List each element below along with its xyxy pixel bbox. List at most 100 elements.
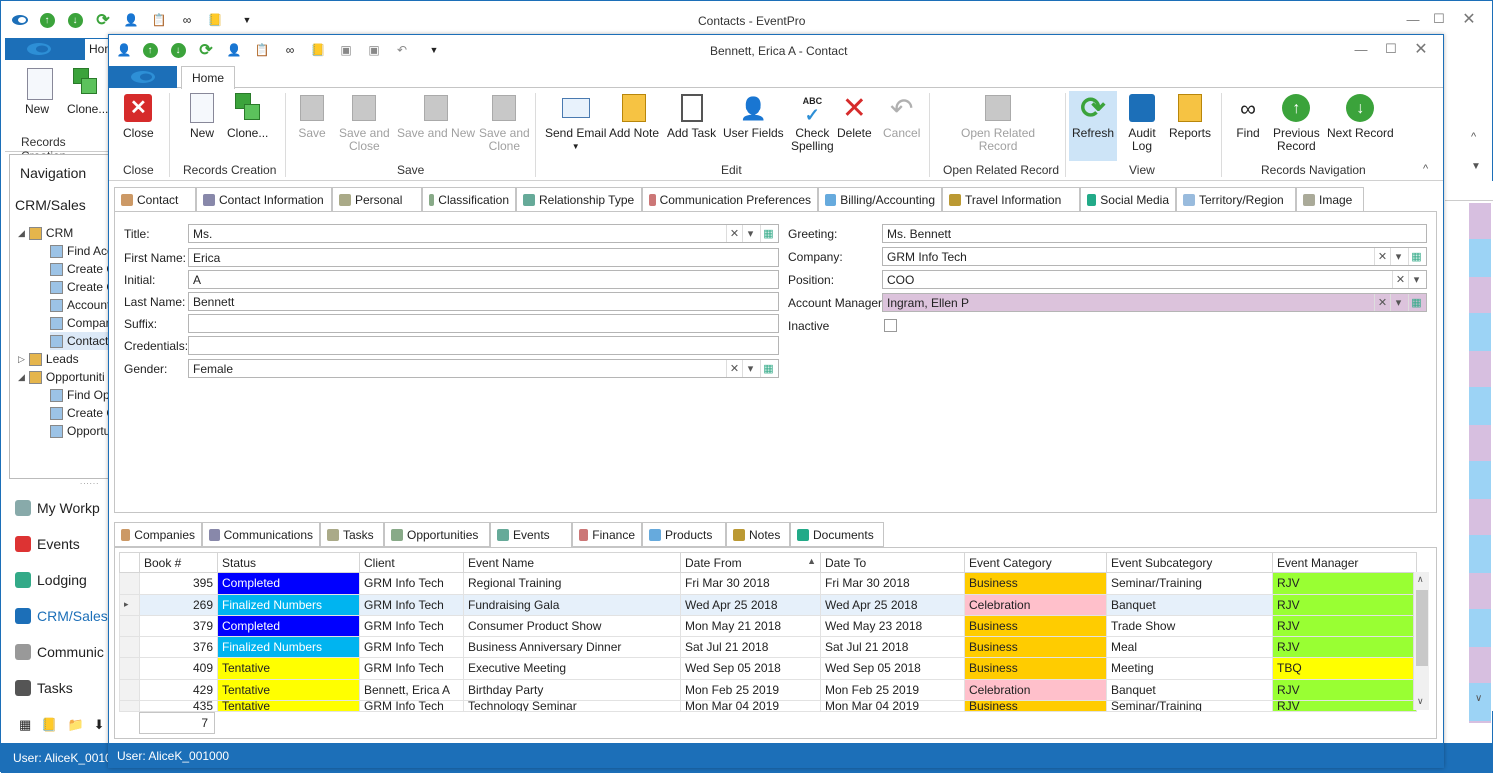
cell-date-to[interactable]: Fri Mar 30 2018 [820,572,965,595]
cell-book[interactable]: 429 [139,678,218,701]
inactive-checkbox[interactable] [884,319,897,332]
cell-status[interactable]: Completed [217,614,360,638]
scroll-down-icon[interactable]: ∨ [1417,696,1424,707]
cell-event-manager[interactable]: RJV [1272,614,1417,638]
delete-button[interactable]: ✕ Delete [837,93,872,140]
cell-event-subcategory[interactable]: Meal [1106,636,1273,659]
customize-qat-icon[interactable]: ▼ [425,41,443,59]
field-company[interactable]: GRM Info Tech ✕ ▾ ▦ [882,247,1427,266]
cell-status[interactable]: Tentative [217,699,360,713]
tree-item-opportu[interactable]: Opportu [50,422,110,440]
row-indicator[interactable] [119,572,140,595]
find-button[interactable]: ∞ Find [1233,93,1263,140]
forward-icon[interactable]: ↓ [66,11,84,29]
tab-relationship-type[interactable]: Relationship Type [516,187,642,212]
report-icon[interactable]: 📒 [309,41,327,59]
cell-event-name[interactable]: Regional Training [463,572,681,595]
cell-client[interactable]: GRM Info Tech [359,699,464,713]
tab-finance[interactable]: Finance [572,522,642,547]
cell-date-to[interactable]: Wed Apr 25 2018 [820,593,965,616]
dropdown-icon[interactable]: ▾ [742,225,758,242]
field-position[interactable]: COO ✕ ▾ [882,270,1427,289]
cell-date-to[interactable]: Mon Feb 25 2019 [820,678,965,701]
forward-icon[interactable]: ↓ [169,41,187,59]
cell-event-category[interactable]: Business [964,699,1107,713]
lookup-icon[interactable]: ▦ [1408,248,1424,265]
cell-event-category[interactable]: Business [964,636,1107,659]
cell-client[interactable]: GRM Info Tech [359,657,464,680]
cell-book[interactable]: 395 [139,572,218,595]
cell-event-category[interactable]: Celebration [964,593,1107,616]
cell-event-category[interactable]: Business [964,657,1107,680]
cell-event-name[interactable]: Executive Meeting [463,657,681,680]
minimize-icon[interactable]: — [1347,39,1375,59]
tab-tasks[interactable]: Tasks [320,522,384,547]
cell-date-from[interactable]: Mon Feb 25 2019 [680,678,821,701]
field-initial[interactable]: A [188,270,779,289]
cell-date-to[interactable]: Wed Sep 05 2018 [820,657,965,680]
task-icon[interactable]: 📋 [150,11,168,29]
tab-personal[interactable]: Personal [332,187,422,212]
table-row[interactable]: 379 Completed GRM Info Tech Consumer Produc… [119,614,1417,638]
cell-date-to[interactable]: Mon Mar 04 2019 [820,699,965,713]
refresh-icon[interactable]: ⟳ [197,41,215,59]
tab-classification[interactable]: Classification [422,187,516,212]
cell-event-name[interactable]: Technology Seminar [463,699,681,713]
cell-client[interactable]: GRM Info Tech [359,593,464,616]
lookup-icon[interactable]: ▦ [760,360,776,377]
save-and-new-button[interactable]: Save and New [397,93,475,140]
tree-item-compan[interactable]: Compan [50,314,112,332]
user-fields-button[interactable]: 👤 User Fields [723,93,784,140]
clear-icon[interactable]: ✕ [726,360,742,377]
close-button[interactable]: ✕ Close [123,93,154,140]
cell-date-from[interactable]: Mon Mar 04 2019 [680,699,821,713]
clone-icon[interactable] [71,68,99,96]
cell-event-subcategory[interactable]: Seminar/Training [1106,572,1273,595]
column-header-event-manager[interactable]: Event Manager [1272,551,1417,574]
table-row[interactable]: 409 Tentative GRM Info Tech Executive Meeti… [119,657,1417,680]
tab-notes[interactable]: Notes [726,522,790,547]
cell-date-to[interactable]: Sat Jul 21 2018 [820,636,965,659]
close-window-icon[interactable]: ✕ [1407,39,1435,59]
file-menu-button[interactable] [109,66,177,88]
field-suffix[interactable] [188,314,779,333]
tree-item-leads[interactable]: ▷ Leads [18,350,79,368]
table-row[interactable]: ▸ 269 Finalized Numbers GRM Info Tech Fundra… [119,593,1417,616]
save-and-close-button[interactable]: Save and Close [339,93,390,153]
tab-billing-accounting[interactable]: Billing/Accounting [818,187,942,212]
refresh-icon[interactable]: ⟳ [94,11,112,29]
cell-event-manager[interactable]: RJV [1272,678,1417,701]
cell-event-name[interactable]: Business Anniversary Dinner [463,636,681,659]
maximize-icon[interactable]: ☐ [1425,9,1453,29]
app-logo-icon[interactable] [11,11,29,29]
column-header-status[interactable]: Status [217,551,360,574]
report-icon[interactable]: 📒 [41,717,57,737]
column-header-date-to[interactable]: Date To [820,551,965,574]
scroll-down-icon[interactable]: ▼ [1471,161,1481,172]
clone-button[interactable]: Clone... [227,93,268,140]
field-account-manager[interactable]: Ingram, Ellen P ✕ ▾ ▦ [882,293,1427,312]
field-last-name[interactable]: Bennett [188,292,779,311]
lookup-icon[interactable]: ▦ [760,225,776,242]
cancel-button[interactable]: ↶ Cancel [883,93,920,140]
tab-opportunities[interactable]: Opportunities [384,522,490,547]
tree-item-create-c[interactable]: Create C [50,278,115,296]
cell-book[interactable]: 379 [139,614,218,638]
dropdown-icon[interactable]: ▾ [1390,294,1406,311]
find-icon[interactable]: ∞ [178,11,196,29]
cell-client[interactable]: GRM Info Tech [359,572,464,595]
module-communic[interactable]: Communic [15,641,104,663]
save-and-clone-button[interactable]: Save and Clone [479,93,530,153]
field-greeting[interactable]: Ms. Bennett [882,224,1427,243]
row-indicator[interactable] [119,678,140,701]
tree-item-find-opp[interactable]: Find Opp [50,386,116,404]
tab-contact-information[interactable]: Contact Information [196,187,332,212]
previous-record-button[interactable]: ↑ Previous Record [1273,93,1320,153]
cell-date-from[interactable]: Mon May 21 2018 [680,614,821,638]
dropdown-icon[interactable]: ▾ [1390,248,1406,265]
field-title[interactable]: Ms. ✕ ▾ ▦ [188,224,779,243]
clear-icon[interactable]: ✕ [726,225,742,242]
tree-item-account[interactable]: Account [50,296,110,314]
cell-event-subcategory[interactable]: Seminar/Training [1106,699,1273,713]
report-icon[interactable]: 📒 [206,11,224,29]
